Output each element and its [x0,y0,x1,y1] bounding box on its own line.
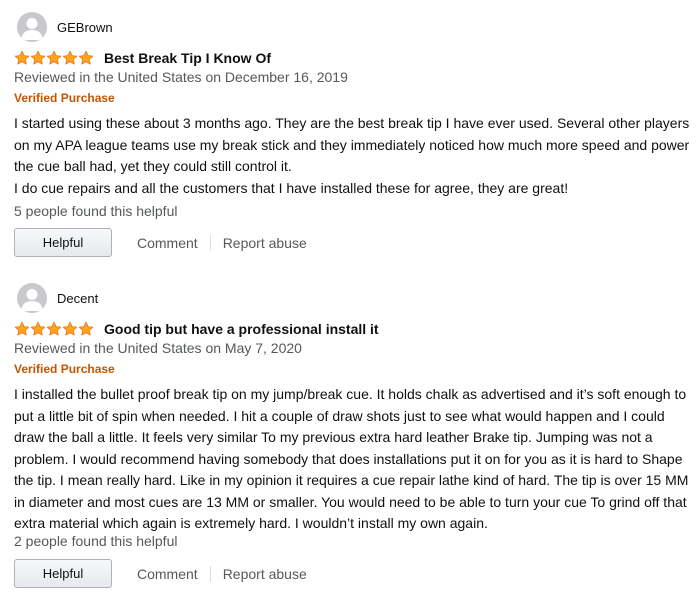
review-actions: Helpful Comment Report abuse [14,559,307,588]
report-abuse-link[interactable]: Report abuse [223,235,307,251]
helpful-button[interactable]: Helpful [14,228,112,257]
star-icon [14,50,30,65]
profile-name[interactable]: Decent [57,291,98,306]
user-avatar-icon [17,12,47,42]
report-abuse-link[interactable]: Report abuse [223,566,307,582]
star-icon [62,50,78,65]
helpful-button[interactable]: Helpful [14,559,112,588]
star-icon [78,321,94,336]
helpful-count: 5 people found this helpful [14,203,178,219]
review-body: I started using these about 3 months ago… [14,115,690,196]
profile-name[interactable]: GEBrown [57,20,113,35]
star-rating[interactable] [14,50,94,66]
divider [209,234,211,251]
star-rating[interactable] [14,321,94,337]
divider [209,565,211,582]
review-title[interactable]: Good tip but have a professional install… [104,321,379,337]
star-icon [14,321,30,336]
star-icon [78,50,94,65]
verified-purchase-badge[interactable]: Verified Purchase [14,362,115,376]
star-icon [62,321,78,336]
comment-link[interactable]: Comment [137,235,198,251]
verified-purchase-badge[interactable]: Verified Purchase [14,91,115,105]
profile[interactable]: Decent [17,282,98,314]
review-body: I installed the bullet proof break tip o… [14,386,689,531]
comment-link[interactable]: Comment [137,566,198,582]
star-icon [46,50,62,65]
review-date: Reviewed in the United States on Decembe… [14,69,348,85]
star-icon [30,321,46,336]
helpful-count: 2 people found this helpful [14,533,178,549]
review-title[interactable]: Best Break Tip I Know Of [104,50,271,66]
review-date: Reviewed in the United States on May 7, … [14,340,302,356]
review-actions: Helpful Comment Report abuse [14,228,307,257]
profile[interactable]: GEBrown [17,11,113,43]
star-icon [46,321,62,336]
star-icon [30,50,46,65]
user-avatar-icon [17,283,47,313]
review-title-row: Best Break Tip I Know Of [14,49,271,67]
review-title-row: Good tip but have a professional install… [14,320,379,338]
